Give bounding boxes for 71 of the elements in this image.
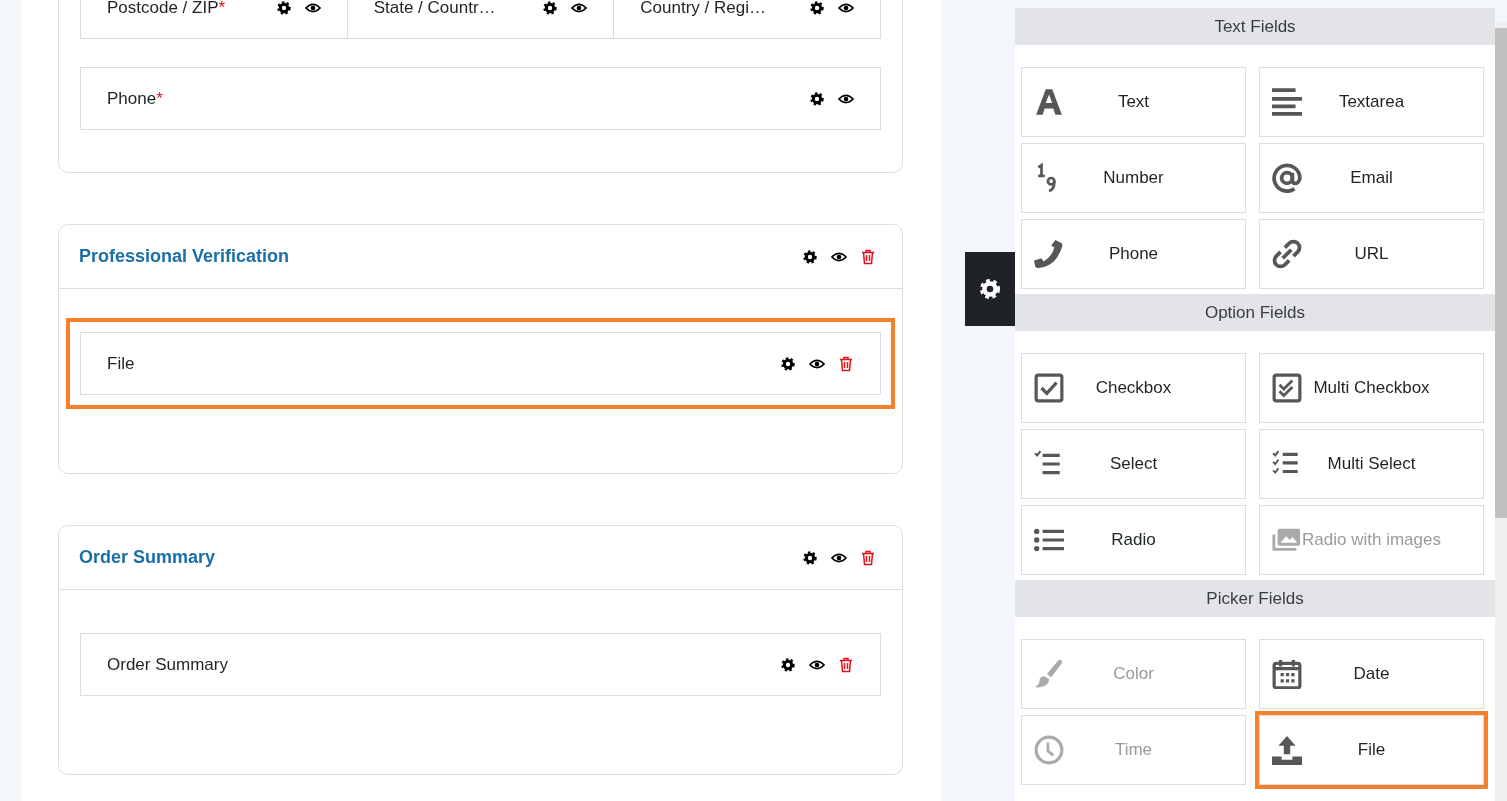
field-label: State / Countr… xyxy=(373,0,496,18)
group-header: Text Fields xyxy=(1015,8,1495,45)
field-type-tile[interactable]: Email xyxy=(1259,143,1484,213)
field-label: File xyxy=(107,353,135,374)
field-type-tile[interactable]: Radio xyxy=(1021,505,1246,575)
tile-label: Phone xyxy=(1107,244,1160,264)
tile-label: Date xyxy=(1352,664,1391,684)
field-type-tile[interactable]: Date xyxy=(1259,639,1484,709)
field-type-tile[interactable]: Multi Checkbox xyxy=(1259,353,1484,423)
settings-icon[interactable] xyxy=(809,0,825,16)
field-type-tile[interactable]: Phone xyxy=(1021,219,1246,289)
tile-label: Number xyxy=(1102,168,1165,188)
tile-label: Time xyxy=(1113,740,1154,760)
settings-icon[interactable] xyxy=(802,549,818,566)
settings-icon[interactable] xyxy=(780,355,796,372)
field-label: Order Summary xyxy=(107,654,228,675)
field-row[interactable]: Country / Regi… xyxy=(613,0,881,39)
field-type-tile[interactable]: Checkbox xyxy=(1021,353,1246,423)
trash-icon[interactable] xyxy=(860,248,876,265)
field-row[interactable]: File xyxy=(80,332,881,395)
settings-toggle-button[interactable] xyxy=(965,252,1015,326)
phone-icon xyxy=(1034,239,1064,269)
tile-label: Select xyxy=(1108,454,1159,474)
settings-icon[interactable] xyxy=(802,248,818,265)
settings-icon xyxy=(978,277,1002,301)
settings-icon[interactable] xyxy=(809,90,825,107)
group-header: Option Fields xyxy=(1015,294,1495,331)
text-lines-icon xyxy=(1272,87,1302,117)
trash-icon[interactable] xyxy=(838,656,854,673)
clock-icon xyxy=(1034,735,1064,765)
tile-label: Email xyxy=(1349,168,1394,188)
checkbox-icon xyxy=(1034,373,1064,403)
field-type-tile[interactable]: URL xyxy=(1259,219,1484,289)
settings-icon[interactable] xyxy=(275,0,292,16)
field-type-tile[interactable]: Text xyxy=(1021,67,1246,137)
field-type-tile[interactable]: Select xyxy=(1021,429,1246,499)
settings-icon[interactable] xyxy=(780,656,796,673)
calendar-icon xyxy=(1272,659,1302,689)
tile-label: Multi Select xyxy=(1326,454,1417,474)
field-type-tile[interactable]: Textarea xyxy=(1259,67,1484,137)
field-label: Country / Regi… xyxy=(640,0,766,18)
trash-icon[interactable] xyxy=(860,549,876,566)
upload-icon xyxy=(1272,735,1302,765)
section-title: Order Summary xyxy=(79,547,216,568)
tile-label: Multi Checkbox xyxy=(1312,378,1431,398)
field-row[interactable]: Order Summary xyxy=(80,633,881,696)
section-title: Professional Verification xyxy=(79,246,290,267)
settings-icon[interactable] xyxy=(542,0,559,16)
tile-label: Textarea xyxy=(1337,92,1406,112)
tile-label: Checkbox xyxy=(1094,378,1173,398)
field-label: Postcode / ZIP* xyxy=(107,0,226,18)
field-row[interactable]: State / Countr… xyxy=(346,0,615,39)
scrollbar[interactable] xyxy=(1495,22,1507,801)
tile-label: File xyxy=(1356,740,1387,760)
field-type-tile[interactable]: Multi Select xyxy=(1259,429,1484,499)
field-row[interactable]: Phone* xyxy=(80,67,881,130)
field-row[interactable]: Postcode / ZIP* xyxy=(80,0,348,39)
letter-icon xyxy=(1034,87,1064,117)
field-type-tile[interactable]: Number xyxy=(1021,143,1246,213)
paintbrush-icon xyxy=(1034,659,1064,689)
at-sign-icon xyxy=(1272,163,1302,193)
trash-icon[interactable] xyxy=(838,355,854,372)
link-icon xyxy=(1272,239,1302,269)
group-header: Picker Fields xyxy=(1015,580,1495,617)
tile-label: Radio xyxy=(1110,530,1157,550)
tile-label: URL xyxy=(1353,244,1390,264)
double-check-box-icon xyxy=(1272,373,1302,403)
field-label: Phone* xyxy=(107,88,163,109)
tile-label: Text xyxy=(1116,92,1151,112)
tile-label: Radio with images xyxy=(1302,530,1442,550)
tile-label: Color xyxy=(1112,664,1155,684)
